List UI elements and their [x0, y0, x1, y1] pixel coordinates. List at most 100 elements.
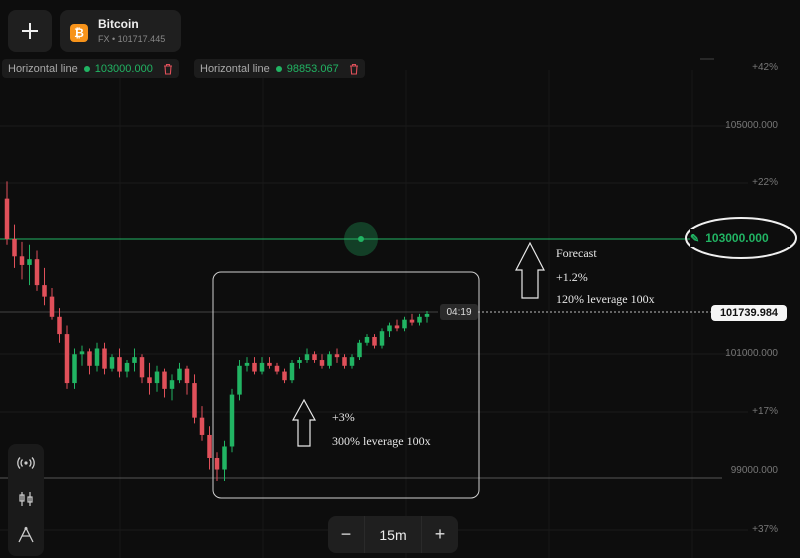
candle-body [349, 357, 355, 366]
drawing-tools-button[interactable] [8, 518, 44, 552]
candle-body [147, 377, 152, 384]
trash-icon[interactable] [349, 63, 359, 75]
candle-body [169, 380, 175, 389]
green-dot-icon [83, 65, 90, 72]
forecast-leverage: 120% leverage 100x [556, 292, 655, 306]
candle-body [177, 368, 182, 381]
candle-body [117, 357, 122, 372]
candle-body [162, 371, 167, 389]
candle-body [154, 371, 160, 384]
horizontal-line-tag-1[interactable]: Horizontal line 103000.000 [2, 59, 179, 78]
broadcast-button[interactable] [8, 446, 44, 480]
candle-body [64, 334, 70, 384]
draw-tool-icon [18, 526, 34, 543]
box-leverage: 300% leverage 100x [332, 434, 431, 448]
candle-body [417, 316, 422, 323]
plus-icon [22, 23, 38, 39]
candle-body [289, 362, 295, 381]
green-dot-icon [275, 65, 282, 72]
candle-body [274, 365, 280, 372]
candle-body [132, 357, 137, 363]
candle-body [372, 336, 377, 346]
candle-body [387, 325, 392, 332]
candle-body [237, 365, 242, 395]
candle-body [79, 351, 85, 355]
axis-label: +17% [752, 406, 778, 417]
axis-label: +37% [752, 524, 778, 535]
price-chart[interactable] [0, 0, 800, 558]
candle-body [57, 316, 62, 335]
candle-body [139, 357, 145, 378]
candle-body [214, 458, 220, 470]
candle-body [312, 354, 317, 361]
timeframe-value[interactable]: 15m [364, 516, 422, 553]
horizontal-line-tag-2[interactable]: Horizontal line 98853.067 [194, 59, 365, 78]
broadcast-icon [17, 457, 35, 469]
axis-label: 101000.000 [725, 348, 778, 359]
candle-body [409, 319, 415, 323]
candle-body [394, 325, 400, 329]
candle-body [252, 362, 257, 372]
candle-body [4, 198, 10, 239]
candle-body [342, 357, 347, 366]
candle-body [102, 348, 107, 369]
candle-body [72, 354, 77, 384]
candle-body [334, 354, 340, 358]
candle-body [184, 368, 190, 384]
forecast-percent: +1.2% [556, 270, 588, 284]
chart-grid [0, 70, 748, 558]
candle-body [282, 371, 287, 381]
left-toolbar [8, 444, 44, 556]
timeframe-decrease-button[interactable]: − [328, 516, 364, 553]
timeframe-increase-button[interactable]: + [422, 516, 458, 553]
horizontal-line-label: Horizontal line [8, 62, 78, 75]
axis-label: 105000.000 [725, 120, 778, 131]
axis-label: +42% [752, 62, 778, 73]
axis-label: 99000.000 [730, 465, 778, 476]
forecast-arrow-icon [515, 241, 545, 299]
bitcoin-icon: ₿ [70, 24, 88, 42]
asset-name: Bitcoin [98, 17, 139, 31]
candle-body [357, 342, 362, 358]
chart-stage[interactable]: ₿ Bitcoin FX • 101717.445 Horizontal lin… [0, 0, 800, 558]
asset-selector[interactable]: ₿ Bitcoin FX • 101717.445 [60, 10, 181, 52]
candle-body [49, 296, 55, 317]
horizontal-line-label: Horizontal line [200, 62, 270, 75]
trash-icon[interactable] [163, 63, 173, 75]
candle-body [364, 336, 370, 343]
pencil-icon[interactable]: ✎ [690, 232, 699, 245]
candle-body [34, 259, 40, 286]
box-arrow-icon [291, 398, 317, 447]
candle-body [87, 351, 92, 366]
line-drag-handle-dot [358, 236, 364, 242]
price-line-tag[interactable]: ✎ 103000.000 [690, 229, 790, 247]
candle-body [424, 313, 430, 317]
candle-body [94, 348, 100, 366]
current-price-badge: 101739.984 [711, 305, 787, 321]
candle-body [192, 383, 197, 418]
asset-subtitle: FX • 101717.445 [98, 34, 166, 44]
price-line-value: 103000.000 [705, 231, 769, 245]
candle-body [259, 362, 265, 372]
candle-body [222, 446, 227, 470]
box-percent: +3% [332, 410, 355, 424]
candle-body [199, 417, 205, 435]
candle-body [267, 362, 272, 366]
candle-body [379, 331, 385, 346]
candle-body [27, 259, 32, 265]
candle-body [402, 319, 407, 329]
axis-label: +22% [752, 177, 778, 188]
candle-body [319, 360, 325, 366]
candle-body [244, 362, 250, 366]
candles-icon [19, 492, 33, 506]
candle-body [304, 354, 310, 361]
candle-body [12, 239, 17, 257]
add-chart-button[interactable] [8, 10, 52, 52]
forecast-title: Forecast [556, 246, 597, 260]
candle-body [297, 360, 302, 363]
candle-body [229, 394, 235, 447]
candle-timer: 04:19 [440, 304, 478, 320]
chart-type-button[interactable] [8, 482, 44, 516]
timeframe-control: − 15m + [328, 516, 458, 553]
horizontal-line-value: 98853.067 [286, 62, 339, 75]
